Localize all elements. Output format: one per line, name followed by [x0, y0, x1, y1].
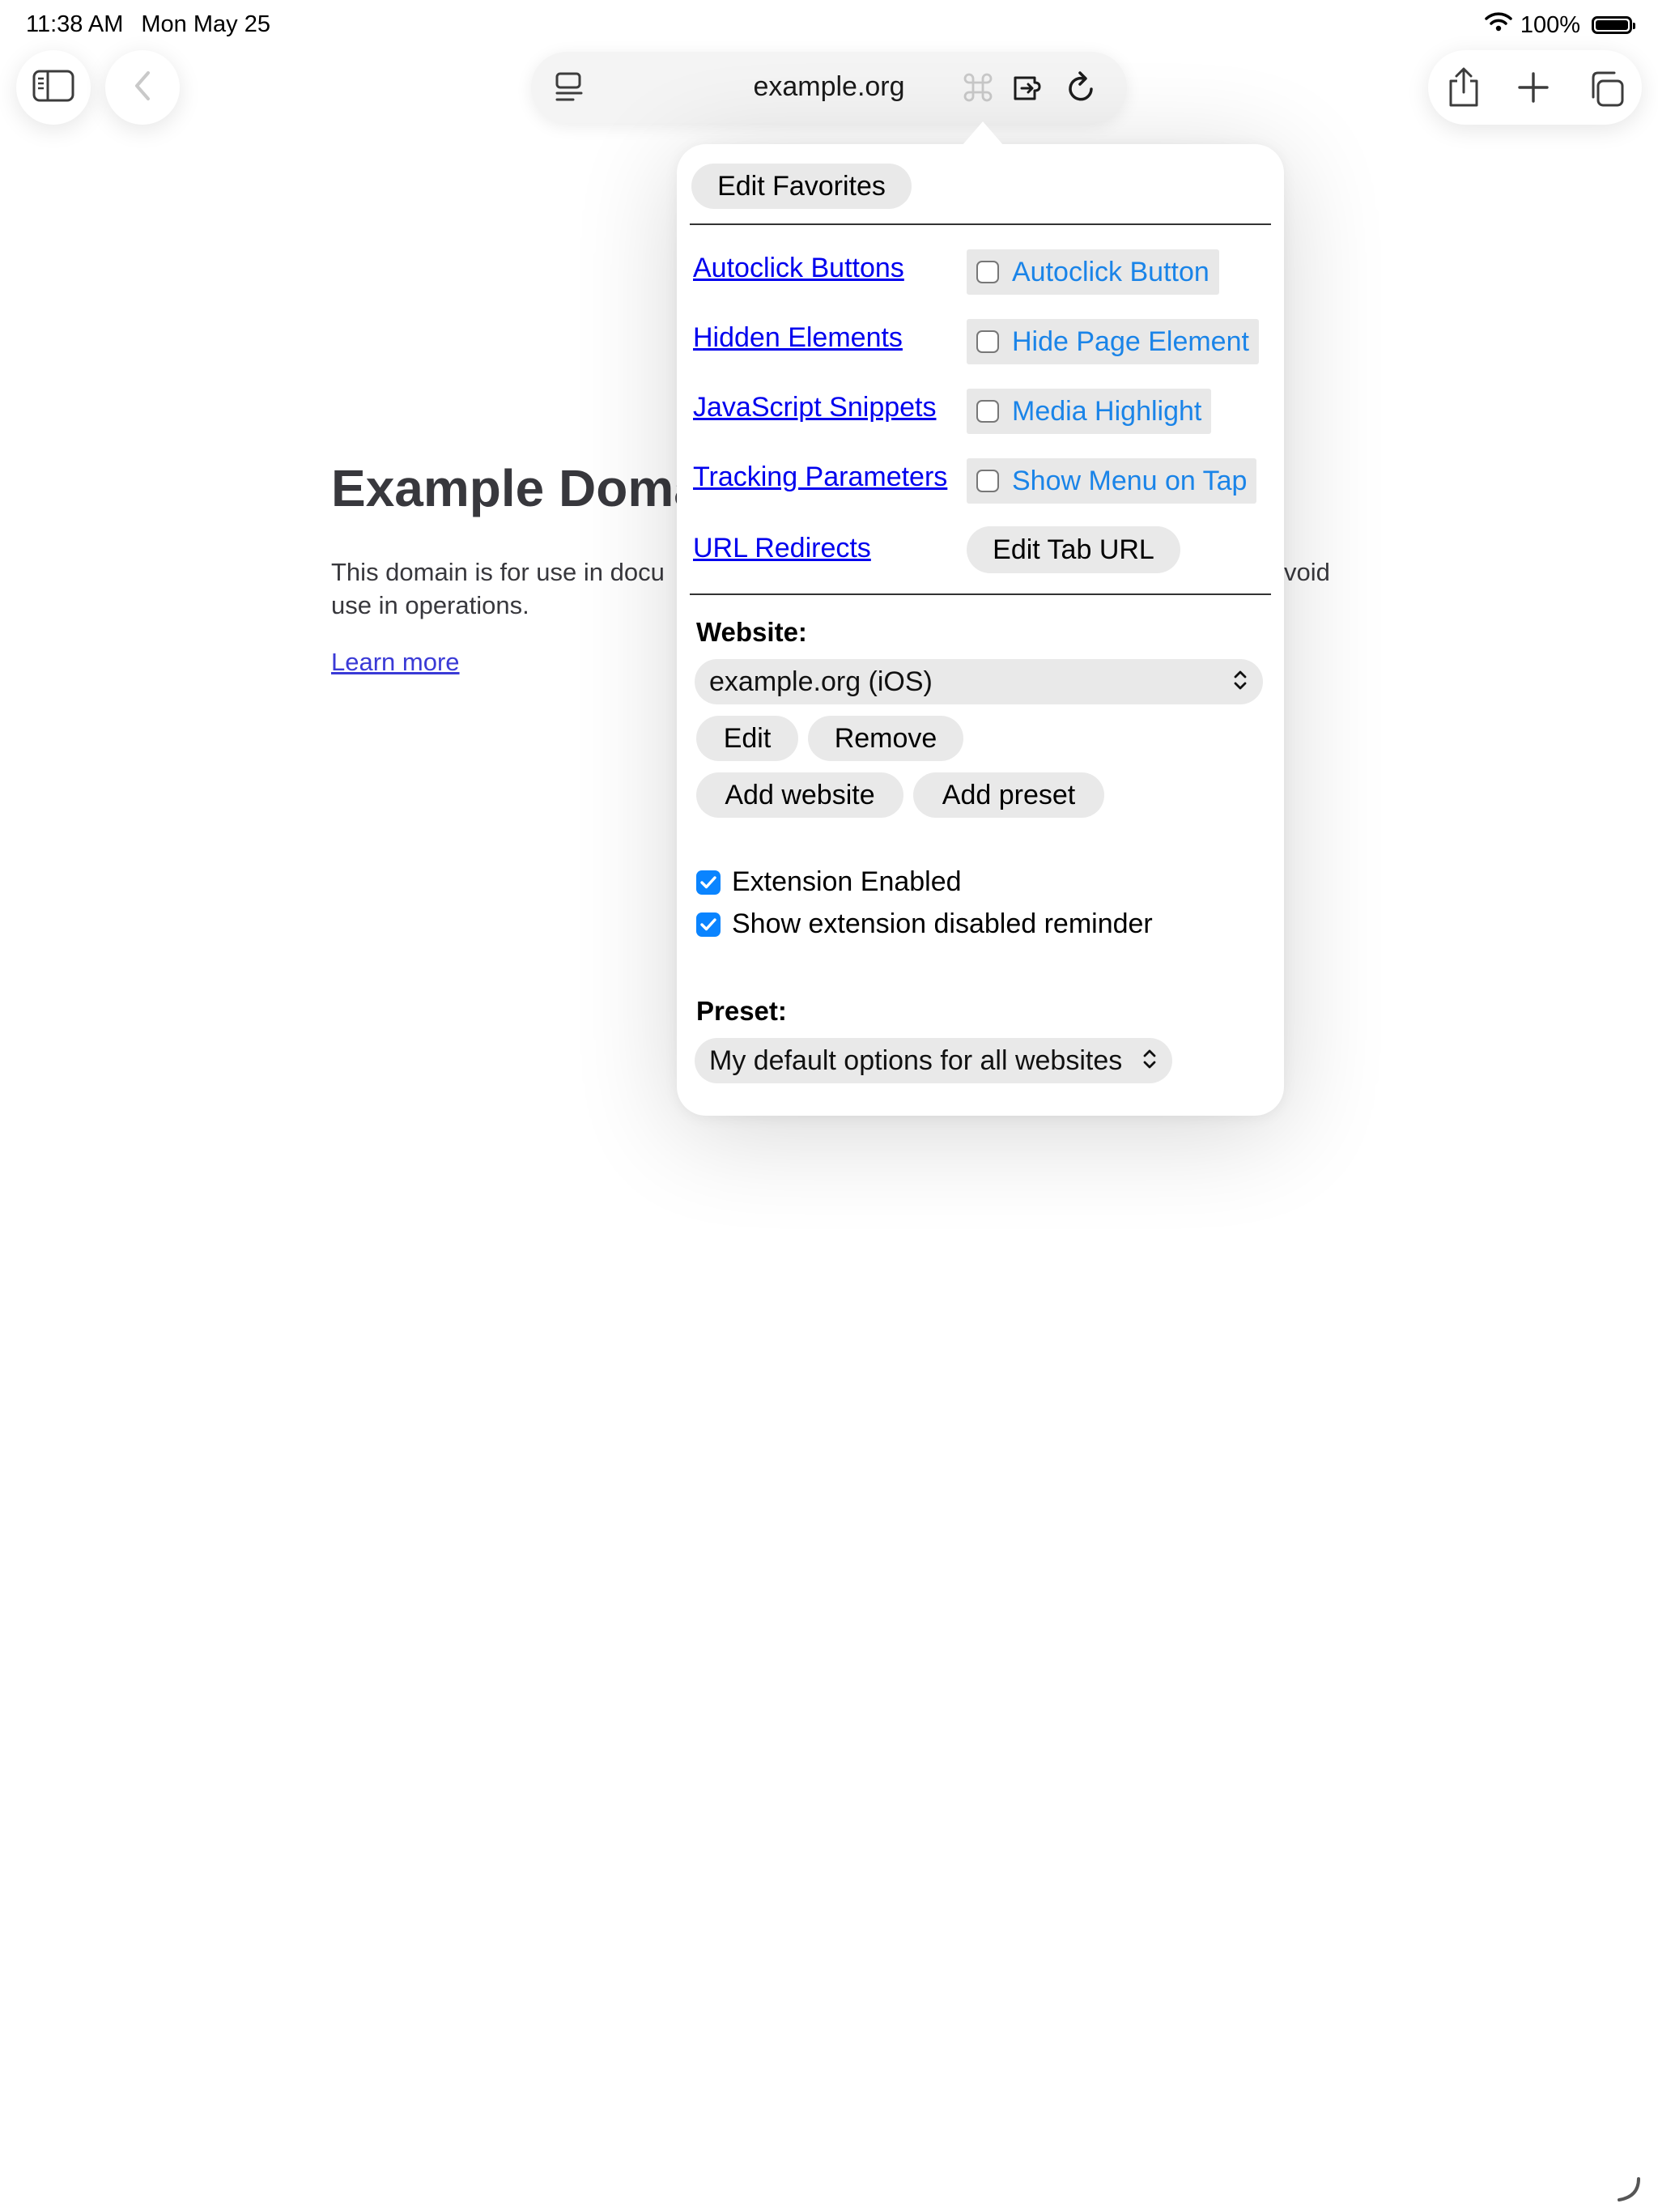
sidebar-button[interactable]: [16, 50, 91, 125]
disabled-reminder-label[interactable]: Show extension disabled reminder: [732, 908, 1153, 940]
select-chevron-icon: [1232, 668, 1248, 696]
share-icon[interactable]: [1446, 66, 1482, 113]
edit-tab-url-button[interactable]: Edit Tab URL: [967, 526, 1180, 573]
website-select[interactable]: example.org (iOS): [695, 659, 1263, 704]
media-highlight-checkbox[interactable]: [976, 400, 999, 423]
edit-website-button[interactable]: Edit: [696, 716, 798, 761]
back-icon: [132, 70, 153, 106]
add-preset-button[interactable]: Add preset: [913, 772, 1104, 818]
reload-icon[interactable]: [1065, 70, 1098, 109]
disabled-reminder-checkbox[interactable]: [696, 912, 721, 937]
status-bar-right: 100%: [1485, 11, 1635, 39]
battery-percent: 100%: [1520, 11, 1580, 38]
media-highlight-toggle[interactable]: Media Highlight: [967, 389, 1212, 434]
status-date: Mon May 25: [141, 11, 270, 37]
website-select-value: example.org (iOS): [709, 666, 933, 697]
extension-popover: Edit Favorites Autoclick Buttons Autocli…: [677, 144, 1284, 1116]
back-button[interactable]: [105, 50, 180, 125]
add-website-button[interactable]: Add website: [696, 772, 903, 818]
command-icon[interactable]: [963, 73, 993, 106]
divider-bottom: [690, 593, 1271, 595]
hide-page-element-checkbox[interactable]: [976, 330, 999, 353]
hide-page-element-label[interactable]: Hide Page Element: [1012, 326, 1249, 358]
disabled-reminder-row[interactable]: Show extension disabled reminder: [696, 908, 1153, 940]
show-menu-on-tap-checkbox[interactable]: [976, 470, 999, 492]
address-bar[interactable]: example.org: [531, 52, 1127, 123]
paragraph-text-right: void: [1284, 558, 1330, 586]
preset-label: Preset:: [696, 996, 787, 1026]
tracking-parameters-link[interactable]: Tracking Parameters: [693, 462, 947, 493]
page-title: Example Doma: [331, 459, 703, 517]
extension-enabled-row[interactable]: Extension Enabled: [696, 866, 962, 898]
autoclick-button-toggle[interactable]: Autoclick Button: [967, 249, 1219, 295]
extension-enabled-checkbox[interactable]: [696, 870, 721, 895]
corner-handle-icon: [1614, 2176, 1642, 2207]
select-chevron-icon: [1141, 1047, 1158, 1075]
new-tab-icon[interactable]: [1517, 71, 1550, 108]
paragraph-text-left: This domain is for use in docu: [331, 558, 665, 586]
status-time: 11:38 AM: [26, 11, 124, 37]
paragraph-line-2: use in operations.: [331, 591, 529, 619]
hide-page-element-toggle[interactable]: Hide Page Element: [967, 319, 1259, 364]
javascript-snippets-link[interactable]: JavaScript Snippets: [693, 392, 937, 423]
divider-top: [690, 223, 1271, 225]
toolbar-right-group: [1428, 50, 1642, 125]
extension-enabled-label[interactable]: Extension Enabled: [732, 866, 962, 898]
media-highlight-label[interactable]: Media Highlight: [1012, 396, 1201, 428]
popover-arrow: [962, 121, 1004, 146]
show-menu-on-tap-label[interactable]: Show Menu on Tap: [1012, 466, 1247, 497]
autoclick-button-checkbox[interactable]: [976, 261, 999, 283]
hidden-elements-link[interactable]: Hidden Elements: [693, 322, 903, 354]
autoclick-buttons-link[interactable]: Autoclick Buttons: [693, 253, 904, 284]
learn-more-link[interactable]: Learn more: [331, 648, 460, 677]
status-bar-left: 11:38 AM Mon May 25: [26, 11, 270, 38]
show-menu-on-tap-toggle[interactable]: Show Menu on Tap: [967, 458, 1257, 504]
edit-favorites-button[interactable]: Edit Favorites: [691, 164, 912, 209]
sidebar-icon: [32, 70, 74, 106]
preset-select-value: My default options for all websites: [709, 1044, 1123, 1076]
preset-select[interactable]: My default options for all websites: [695, 1038, 1172, 1083]
wifi-icon: [1485, 11, 1512, 39]
autoclick-button-label[interactable]: Autoclick Button: [1012, 257, 1209, 288]
tabs-icon[interactable]: [1587, 70, 1626, 113]
battery-icon: [1592, 16, 1635, 34]
website-label: Website:: [696, 617, 807, 647]
remove-website-button[interactable]: Remove: [808, 716, 963, 761]
extension-icon[interactable]: [1012, 71, 1049, 108]
url-redirects-link[interactable]: URL Redirects: [693, 533, 871, 564]
